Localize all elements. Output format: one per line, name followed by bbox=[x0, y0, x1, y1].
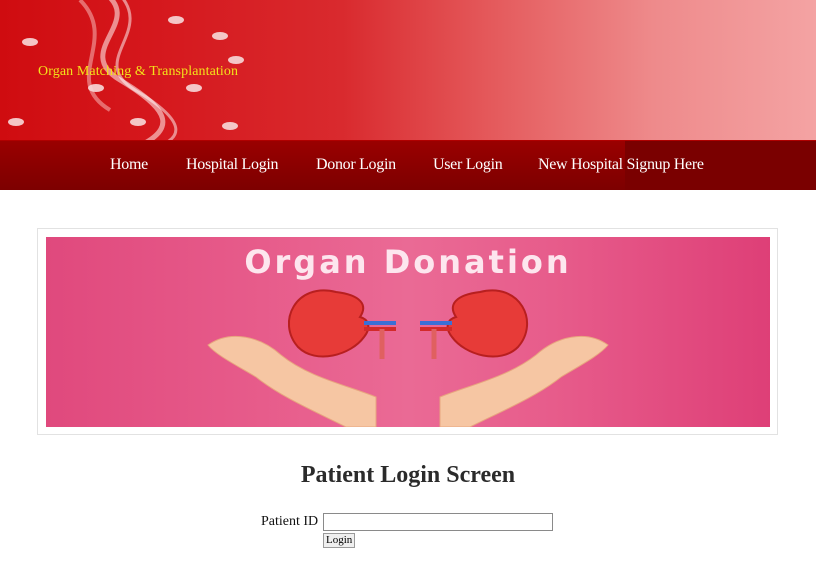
nav-hospital-login-link[interactable]: Hospital Login bbox=[186, 156, 279, 174]
login-title: Patient Login Screen bbox=[300, 462, 516, 488]
nav-user-login-link[interactable]: User Login bbox=[433, 156, 503, 174]
banner-image-frame: Organ Donation bbox=[37, 228, 778, 435]
heart-icon bbox=[8, 118, 24, 126]
left-kidney-icon bbox=[287, 289, 370, 358]
heart-icon bbox=[212, 32, 228, 40]
kidneys-hands-illustration bbox=[207, 289, 609, 427]
heart-icon bbox=[228, 56, 244, 64]
nav-donor-login-link[interactable]: Donor Login bbox=[316, 156, 396, 174]
login-button[interactable]: Login bbox=[323, 533, 356, 548]
nav-home-link[interactable]: Home bbox=[110, 156, 148, 174]
organ-donation-image: Organ Donation bbox=[46, 237, 770, 427]
heart-icon bbox=[22, 38, 38, 46]
heart-icon bbox=[168, 16, 184, 24]
patient-id-input[interactable] bbox=[323, 513, 553, 531]
heart-icon bbox=[88, 84, 104, 92]
main-navbar: Home Hospital Login Donor Login User Log… bbox=[0, 141, 816, 190]
right-kidney-icon bbox=[446, 289, 529, 358]
site-title: Organ Matching & Transplantation bbox=[38, 64, 239, 79]
left-hand-icon bbox=[207, 335, 377, 427]
heart-icon bbox=[186, 84, 202, 92]
header-banner: Organ Matching & Transplantation bbox=[0, 0, 816, 141]
heart-icon bbox=[130, 118, 146, 126]
nav-new-hospital-signup-link[interactable]: New Hospital Signup Here bbox=[538, 156, 704, 174]
right-hand-icon bbox=[439, 335, 609, 427]
patient-id-label: Patient ID bbox=[261, 514, 319, 529]
heart-icon bbox=[222, 122, 238, 130]
